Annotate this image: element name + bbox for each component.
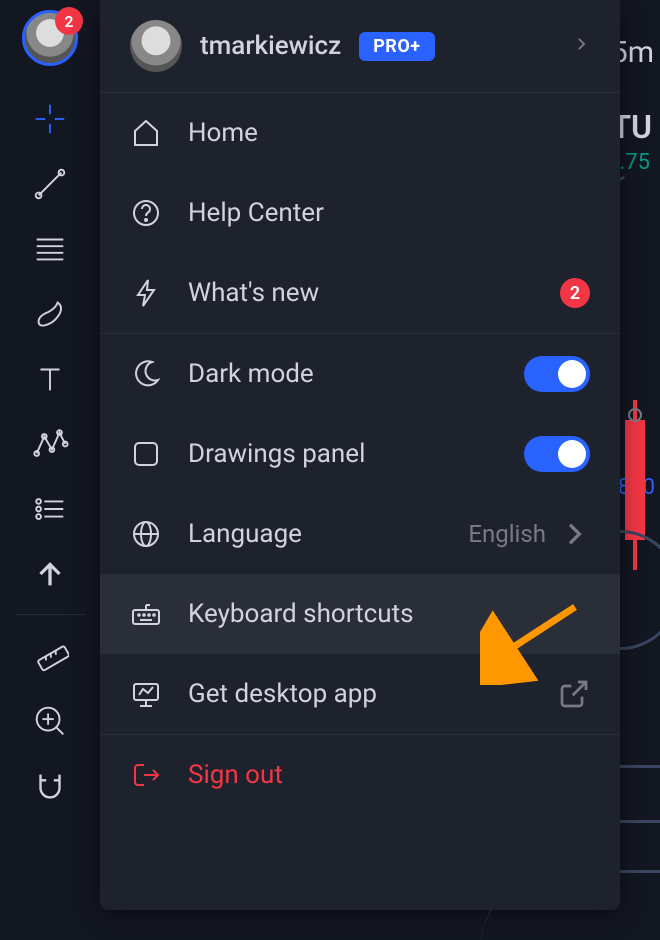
monitor-icon [130, 678, 162, 710]
home-icon [130, 117, 162, 149]
crosshair-tool[interactable] [20, 86, 80, 151]
notification-badge: 2 [55, 7, 83, 35]
user-avatar-button[interactable]: 2 [22, 10, 78, 66]
menu-item-label: Keyboard shortcuts [188, 599, 590, 629]
dark-mode-toggle[interactable] [524, 356, 590, 392]
help-icon [130, 197, 162, 229]
forecast-tool[interactable] [20, 476, 80, 541]
user-menu-header[interactable]: tmarkiewicz PRO+ [100, 0, 620, 92]
menu-item-label: Drawings panel [188, 439, 498, 469]
menu-item-get-desktop-app[interactable]: Get desktop app [100, 654, 620, 734]
sign-out-icon [130, 759, 162, 791]
menu-item-sign-out[interactable]: Sign out [100, 735, 620, 815]
menu-item-label: Help Center [188, 198, 590, 228]
menu-item-home[interactable]: Home [100, 93, 620, 173]
username-label: tmarkiewicz [200, 31, 341, 61]
trend-line-tool[interactable] [20, 151, 80, 216]
menu-item-drawings-panel[interactable]: Drawings panel [100, 414, 620, 494]
menu-item-language[interactable]: Language English [100, 494, 620, 574]
menu-item-label: Language [188, 519, 442, 549]
menu-item-label: What's new [188, 278, 534, 308]
text-tool[interactable] [20, 346, 80, 411]
menu-item-whats-new[interactable]: What's new 2 [100, 253, 620, 333]
keyboard-icon [130, 598, 162, 630]
left-toolbar: 2 [0, 0, 100, 940]
menu-item-label: Dark mode [188, 359, 498, 389]
menu-item-keyboard-shortcuts[interactable]: Keyboard shortcuts [100, 574, 620, 654]
toolbar-divider [15, 614, 85, 615]
lightning-icon [130, 277, 162, 309]
drawings-panel-toggle[interactable] [524, 436, 590, 472]
menu-item-help-center[interactable]: Help Center [100, 173, 620, 253]
globe-icon [130, 518, 162, 550]
chevron-right-icon [572, 35, 590, 57]
user-menu-panel: tmarkiewicz PRO+ Home Help Center What's… [100, 0, 620, 910]
zoom-tool[interactable] [20, 688, 80, 753]
arrow-up-tool[interactable] [20, 541, 80, 606]
language-value: English [468, 520, 546, 548]
user-avatar [130, 20, 182, 72]
external-link-icon [558, 678, 590, 710]
magnet-tool[interactable] [20, 753, 80, 818]
menu-item-label: Sign out [188, 760, 590, 790]
plan-badge: PRO+ [359, 32, 434, 61]
chart-candle [625, 420, 645, 540]
fib-tool[interactable] [20, 216, 80, 281]
menu-item-dark-mode[interactable]: Dark mode [100, 334, 620, 414]
chart-marker [628, 408, 642, 422]
moon-icon [130, 358, 162, 390]
chevron-right-icon [558, 518, 590, 550]
menu-item-label: Get desktop app [188, 679, 532, 709]
ruler-tool[interactable] [20, 623, 80, 688]
whats-new-badge: 2 [560, 278, 590, 308]
menu-item-label: Home [188, 118, 590, 148]
brush-tool[interactable] [20, 281, 80, 346]
price-fragment: .75 [619, 150, 650, 175]
panel-icon [130, 438, 162, 470]
pattern-tool[interactable] [20, 411, 80, 476]
